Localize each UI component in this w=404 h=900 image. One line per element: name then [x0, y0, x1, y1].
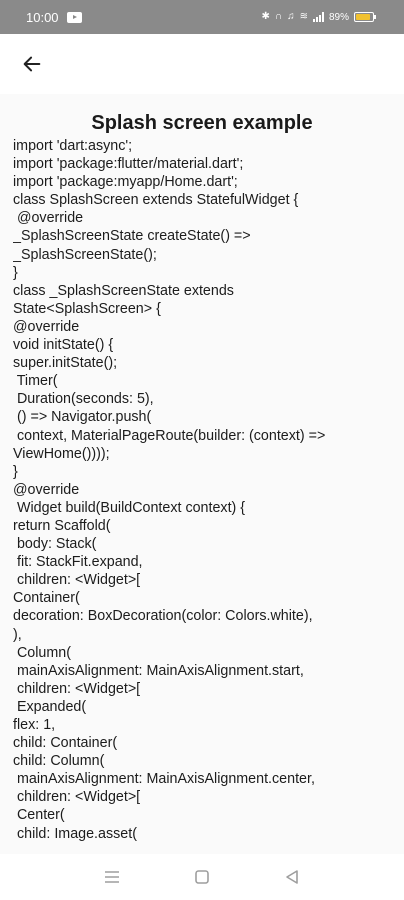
code-line: mainAxisAlignment: MainAxisAlignment.cen… — [13, 771, 315, 788]
code-block: import 'dart:async'; import 'package:flut… — [0, 136, 404, 843]
code-line: fit: StackFit.expand, — [13, 554, 143, 571]
status-right: ✱ ∩ ♫ ≋ 89% — [261, 11, 376, 23]
code-line: decoration: BoxDecoration(color: Colors.… — [13, 608, 313, 625]
code-line: flex: 1, — [13, 717, 56, 733]
code-line: Timer( — [13, 373, 58, 390]
code-line: children: <Widget>[ — [13, 572, 141, 589]
recent-apps-button[interactable] — [102, 867, 122, 887]
code-line: return Scaffold( — [13, 517, 111, 534]
status-bar: 10:00 ✱ ∩ ♫ ≋ 89% — [0, 0, 404, 34]
code-line: Widget build(BuildContext context) { — [13, 499, 246, 516]
headset-icon: ∩ — [274, 11, 283, 22]
battery-icon — [354, 12, 376, 22]
code-line: children: <Widget>[ — [13, 680, 141, 697]
page-title: Splash screen example — [91, 112, 313, 134]
home-square-icon — [195, 870, 209, 884]
youtube-icon — [66, 11, 82, 23]
wifi-icon: ≋ — [299, 11, 308, 22]
code-line: @override — [13, 210, 84, 227]
code-line: child: Container( — [13, 735, 118, 752]
code-line: void initState() { — [13, 337, 114, 354]
code-line: @override — [13, 318, 80, 335]
back-button[interactable] — [18, 50, 46, 78]
code-line: import 'dart:async'; — [13, 138, 133, 154]
code-line: body: Stack( — [13, 536, 97, 553]
code-line: child: Image.asset( — [13, 825, 137, 842]
code-line: _SplashScreenState createState() => — [13, 228, 251, 245]
code-line: context, MaterialPageRoute(builder: (con… — [13, 427, 326, 444]
code-line: import 'package:myapp/Home.dart'; — [13, 174, 238, 191]
code-line: child: Column( — [13, 753, 105, 770]
code-line: import 'package:flutter/material.dart'; — [13, 156, 244, 173]
code-line: Container( — [13, 590, 80, 607]
code-line: class SplashScreen extends StatefulWidge… — [13, 192, 299, 209]
code-line: super.initState(); — [13, 355, 118, 372]
code-line: Duration(seconds: 5), — [13, 391, 154, 408]
code-line: _SplashScreenState(); — [13, 246, 157, 263]
code-line: } — [13, 264, 18, 281]
code-line: Expanded( — [13, 698, 87, 715]
bluetooth-icon: ✱ — [261, 11, 270, 22]
back-triangle-icon — [286, 870, 298, 884]
code-line: @override — [13, 481, 80, 498]
status-time: 10:00 — [26, 9, 59, 25]
status-left: 10:00 — [26, 10, 82, 25]
back-nav-button[interactable] — [282, 867, 302, 887]
menu-icon — [105, 871, 119, 883]
code-line: Column( — [13, 644, 71, 661]
navigation-bar — [0, 854, 404, 900]
arrow-left-icon — [23, 56, 41, 72]
battery-text: 89% — [328, 11, 349, 23]
code-line: mainAxisAlignment: MainAxisAlignment.sta… — [13, 662, 304, 679]
bell-icon: ♫ — [287, 11, 295, 22]
code-line: } — [13, 463, 18, 480]
signal-icon — [312, 12, 324, 22]
code-line: children: <Widget>[ — [13, 789, 141, 806]
code-line: State<SplashScreen> { — [13, 300, 161, 317]
code-line: ), — [13, 626, 22, 643]
code-line: Center( — [13, 807, 65, 824]
home-button[interactable] — [192, 867, 212, 887]
code-line: ViewHome()))); — [13, 445, 110, 462]
page-content: Splash screen example import 'dart:async… — [0, 94, 404, 854]
code-line: () => Navigator.push( — [13, 409, 152, 426]
code-line: class _SplashScreenState extends — [13, 282, 234, 299]
app-bar — [0, 34, 404, 94]
